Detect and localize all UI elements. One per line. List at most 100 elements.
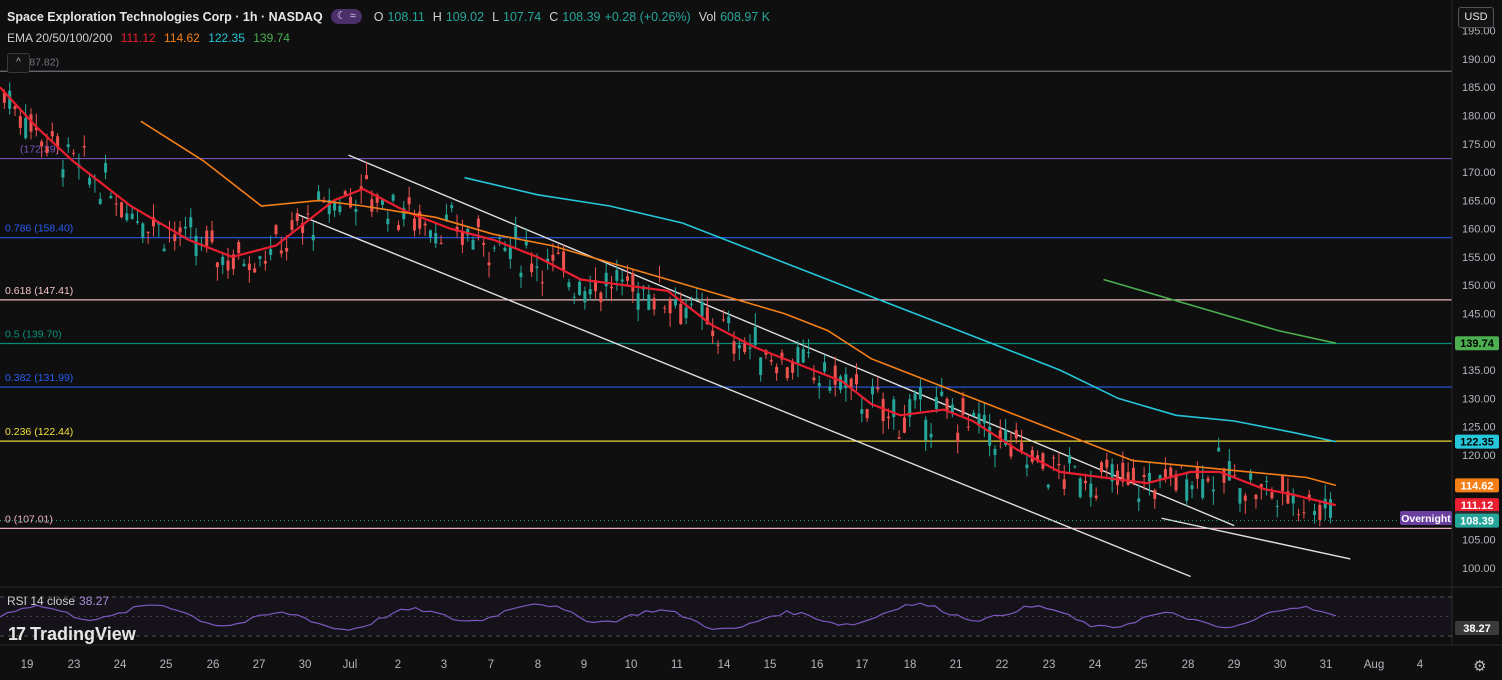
candle-body <box>1142 474 1146 478</box>
candle-body <box>700 301 704 317</box>
session-pill[interactable]: ☾ ≈ <box>330 9 362 24</box>
candle-body <box>162 248 166 252</box>
candle-body <box>902 417 906 433</box>
candle-body <box>924 419 928 441</box>
candle-body <box>1222 468 1226 483</box>
candle-body <box>210 230 214 242</box>
candle-body <box>1243 495 1247 501</box>
candle-body <box>695 298 699 300</box>
price-pane[interactable] <box>0 0 1502 680</box>
tradingview-logo[interactable]: 17 TradingView <box>8 624 136 645</box>
candle-body <box>1041 453 1045 469</box>
time-tick-label: Jul <box>343 659 358 671</box>
time-tick-label: 9 <box>581 659 587 671</box>
candle-body <box>114 203 118 205</box>
candle-body <box>450 205 454 209</box>
candle-body <box>636 293 640 310</box>
candle-body <box>1190 485 1194 490</box>
time-tick-label: 2 <box>395 659 401 671</box>
candle-body <box>1238 488 1242 504</box>
candle-body <box>141 223 145 238</box>
candle-body <box>823 362 827 372</box>
candle-body <box>578 281 582 295</box>
candle-body <box>1099 462 1103 473</box>
candle-body <box>343 191 347 195</box>
rsi-value: 38.27 <box>79 594 110 608</box>
candle-body <box>966 426 970 428</box>
candle-body <box>221 256 225 265</box>
candle-body <box>386 218 390 225</box>
candle-body <box>652 298 656 310</box>
price-tick-label: 190.00 <box>1462 54 1496 66</box>
fib-level-label: 0.786 (158.40) <box>5 223 73 235</box>
candle-body <box>508 246 512 259</box>
time-tick-label: 16 <box>811 659 824 671</box>
candle-body <box>913 393 917 401</box>
candle-body <box>471 239 475 250</box>
candle-body <box>1025 464 1029 469</box>
candle-body <box>849 378 853 388</box>
candle-body <box>855 374 859 385</box>
time-tick-label: 17 <box>856 659 869 671</box>
candle-body <box>535 266 539 268</box>
candle-body <box>423 223 427 226</box>
rsi-pane[interactable]: 38.27 <box>0 596 1499 637</box>
candle-body <box>1147 472 1151 482</box>
candle-body <box>993 448 997 455</box>
overnight-tag-label: Overnight <box>1401 513 1451 525</box>
candle-body <box>306 213 310 215</box>
candle-body <box>753 327 757 346</box>
time-tick-label: 19 <box>21 659 34 671</box>
time-tick-label: 21 <box>950 659 963 671</box>
candle-body <box>620 279 624 282</box>
time-tick-label: 29 <box>1228 659 1241 671</box>
rsi-legend[interactable]: RSI 14 close 38.27 <box>7 594 109 608</box>
candle-body <box>40 141 44 147</box>
candle-body <box>737 344 741 349</box>
collapse-chevron-icon[interactable]: ^ <box>7 53 30 73</box>
time-tick-label: 27 <box>253 659 266 671</box>
candle-body <box>950 404 954 413</box>
ema-legend-label: EMA 20/50/100/200 <box>7 31 113 45</box>
candle-body <box>428 230 432 238</box>
symbol-title[interactable]: Space Exploration Technologies Corp · 1h… <box>7 10 323 24</box>
gear-icon[interactable]: ⚙ <box>1473 657 1486 675</box>
time-tick-label: 31 <box>1320 659 1333 671</box>
candle-body <box>988 426 992 446</box>
candle-body <box>237 242 241 253</box>
chart-header: Space Exploration Technologies Corp · 1h… <box>7 9 770 24</box>
candle-body <box>961 398 965 415</box>
change-value: +0.28 (+0.26%) <box>604 9 691 24</box>
candle-body <box>104 163 108 173</box>
currency-selector[interactable]: USD <box>1458 7 1494 28</box>
tradingview-logo-text: TradingView <box>30 624 136 644</box>
candle-body <box>1094 495 1098 499</box>
open-value: 108.11 <box>387 9 425 24</box>
candle-body <box>759 357 763 376</box>
candle-body <box>242 263 246 267</box>
candle-body <box>839 376 843 390</box>
candle-body <box>918 387 922 400</box>
candle-body <box>279 250 283 254</box>
time-tick-label: 4 <box>1417 659 1424 671</box>
candle-body <box>109 196 113 199</box>
candle-body <box>673 299 677 306</box>
ema-legend[interactable]: EMA 20/50/100/200 111.12 114.62 122.35 1… <box>7 31 295 45</box>
fib-level-label: 0.5 (139.70) <box>5 328 62 340</box>
high-label: H <box>432 9 442 24</box>
candle-body <box>775 366 779 374</box>
candle-body <box>514 226 518 240</box>
time-tick-label: 26 <box>207 659 220 671</box>
candle-body <box>434 233 438 244</box>
candle-body <box>295 213 299 222</box>
candle-body <box>370 199 374 212</box>
candle-body <box>1020 442 1024 451</box>
candle-body <box>226 260 230 271</box>
vol-label: Vol <box>698 9 717 24</box>
candle-body <box>178 227 182 233</box>
time-tick-label: 23 <box>1043 659 1056 671</box>
rsi-badge-label: 38.27 <box>1463 623 1491 635</box>
price-chart[interactable]: (187.82)(172.39)0.786 (158.40)0.618 (147… <box>0 0 1502 680</box>
candle-body <box>748 347 752 349</box>
candle-body <box>120 202 124 218</box>
